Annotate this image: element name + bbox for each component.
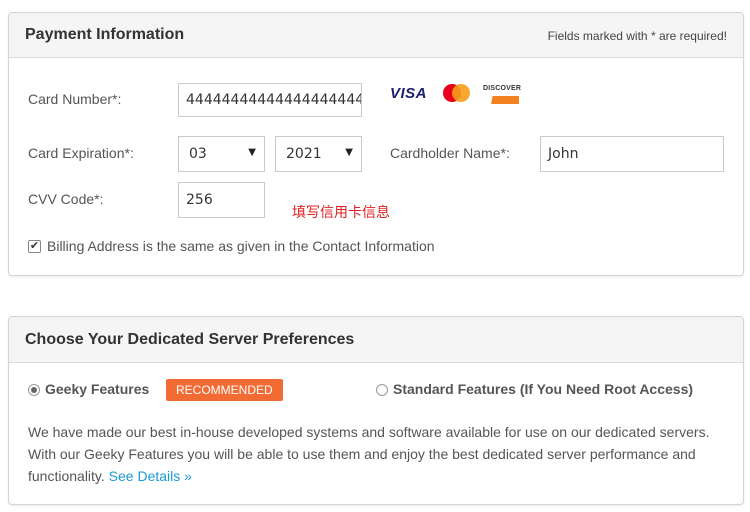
expiration-month-select[interactable]: 03 ▼ bbox=[178, 136, 265, 172]
geeky-features-description: We have made our best in-house developed… bbox=[28, 421, 718, 487]
billing-same-label: Billing Address is the same as given in … bbox=[47, 238, 435, 254]
expiration-year-select[interactable]: 2021 ▼ bbox=[275, 136, 362, 172]
annotation-text: 填写信用卡信息 bbox=[292, 205, 390, 221]
payment-title: Payment Information bbox=[25, 26, 185, 43]
card-logos: VISA DISCOVER bbox=[382, 80, 521, 106]
see-details-link[interactable]: See Details » bbox=[109, 468, 192, 484]
cardholder-name-input[interactable]: John bbox=[540, 136, 724, 172]
server-panel-header: Choose Your Dedicated Server Preferences bbox=[9, 317, 743, 363]
geeky-features-label[interactable]: Geeky Features bbox=[45, 381, 149, 397]
chevron-down-icon: ▼ bbox=[248, 147, 256, 158]
standard-features-label[interactable]: Standard Features (If You Need Root Acce… bbox=[393, 381, 693, 397]
card-expiration-label: Card Expiration*: bbox=[28, 145, 134, 161]
cardholder-name-label: Cardholder Name*: bbox=[390, 145, 510, 161]
standard-features-radio[interactable] bbox=[376, 384, 388, 396]
card-number-input[interactable]: 4444444444444444444444 bbox=[178, 83, 362, 117]
server-title: Choose Your Dedicated Server Preferences bbox=[25, 331, 355, 348]
mastercard-logo bbox=[443, 84, 471, 102]
card-number-label: Card Number*: bbox=[28, 91, 122, 107]
expiration-year-value: 2021 bbox=[286, 146, 322, 162]
payment-panel-header: Payment Information Fields marked with *… bbox=[9, 13, 743, 58]
recommended-badge: RECOMMENDED bbox=[166, 379, 283, 401]
visa-logo: VISA bbox=[390, 84, 428, 102]
geeky-features-radio[interactable] bbox=[28, 384, 40, 396]
billing-same-checkbox[interactable]: ✔ bbox=[28, 240, 41, 253]
discover-logo: DISCOVER bbox=[483, 82, 521, 104]
required-note: Fields marked with * are required! bbox=[547, 29, 727, 43]
cvv-label: CVV Code*: bbox=[28, 191, 104, 207]
expiration-month-value: 03 bbox=[189, 146, 207, 162]
cvv-input[interactable]: 256 bbox=[178, 182, 265, 218]
chevron-down-icon: ▼ bbox=[345, 147, 353, 158]
